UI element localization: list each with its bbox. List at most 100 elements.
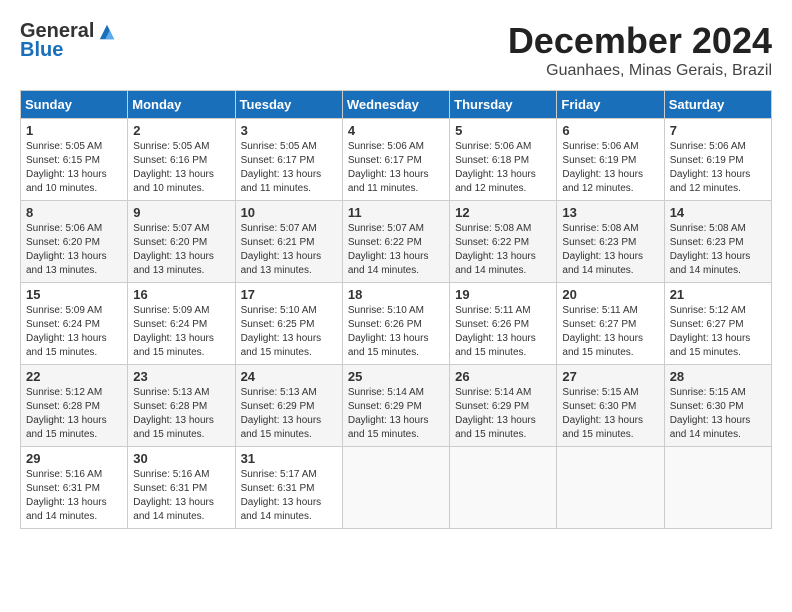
day-info: Sunrise: 5:12 AM Sunset: 6:27 PM Dayligh… — [670, 304, 766, 360]
calendar-cell: 25Sunrise: 5:14 AM Sunset: 6:29 PM Dayli… — [342, 365, 449, 447]
logo: General Blue — [20, 20, 116, 62]
calendar-cell: 16 Sunrise: 5:09 AM Sunset: 6:24 PM Dayli… — [128, 283, 235, 365]
day-number: 2 — [133, 123, 229, 138]
day-info: Sunrise: 5:06 AM Sunset: 6:19 PM Dayligh… — [562, 140, 658, 196]
day-info: Sunrise: 5:06 AM Sunset: 6:20 PM Dayligh… — [26, 222, 122, 278]
location-subtitle: Guanhaes, Minas Gerais, Brazil — [508, 62, 772, 80]
calendar-cell: 1Sunrise: 5:05 AM Sunset: 6:15 PM Daylig… — [21, 119, 128, 201]
day-number: 18 — [348, 287, 444, 302]
calendar-cell: 15Sunrise: 5:09 AM Sunset: 6:24 PM Dayli… — [21, 283, 128, 365]
day-number: 29 — [26, 451, 122, 466]
day-number: 27 — [562, 369, 658, 384]
day-info: Sunrise: 5:07 AM Sunset: 6:20 PM Dayligh… — [133, 222, 229, 278]
calendar-cell — [557, 447, 664, 529]
calendar-week-2: 8 Sunrise: 5:06 AM Sunset: 6:20 PM Daylig… — [21, 201, 772, 283]
calendar-cell — [664, 447, 771, 529]
day-number: 4 — [348, 123, 444, 138]
day-number: 11 — [348, 205, 444, 220]
day-number: 5 — [455, 123, 551, 138]
day-info: Sunrise: 5:07 AM Sunset: 6:21 PM Dayligh… — [241, 222, 337, 278]
day-number: 10 — [241, 205, 337, 220]
day-info: Sunrise: 5:08 AM Sunset: 6:22 PM Dayligh… — [455, 222, 551, 278]
calendar-cell: 5 Sunrise: 5:06 AM Sunset: 6:18 PM Daylig… — [450, 119, 557, 201]
header-thursday: Thursday — [450, 91, 557, 119]
calendar-cell: 9 Sunrise: 5:07 AM Sunset: 6:20 PM Daylig… — [128, 201, 235, 283]
day-info: Sunrise: 5:16 AM Sunset: 6:31 PM Dayligh… — [133, 468, 229, 524]
calendar-cell: 6Sunrise: 5:06 AM Sunset: 6:19 PM Daylig… — [557, 119, 664, 201]
day-info: Sunrise: 5:08 AM Sunset: 6:23 PM Dayligh… — [562, 222, 658, 278]
calendar-cell: 23 Sunrise: 5:13 AM Sunset: 6:28 PM Dayli… — [128, 365, 235, 447]
calendar-cell — [342, 447, 449, 529]
day-info: Sunrise: 5:14 AM Sunset: 6:29 PM Dayligh… — [455, 386, 551, 442]
calendar-cell: 4 Sunrise: 5:06 AM Sunset: 6:17 PM Daylig… — [342, 119, 449, 201]
title-section: December 2024 Guanhaes, Minas Gerais, Br… — [508, 20, 772, 80]
day-info: Sunrise: 5:05 AM Sunset: 6:16 PM Dayligh… — [133, 140, 229, 196]
day-number: 28 — [670, 369, 766, 384]
calendar-cell: 20 Sunrise: 5:11 AM Sunset: 6:27 PM Dayli… — [557, 283, 664, 365]
day-info: Sunrise: 5:05 AM Sunset: 6:17 PM Dayligh… — [241, 140, 337, 196]
day-number: 16 — [133, 287, 229, 302]
day-number: 8 — [26, 205, 122, 220]
calendar-cell: 10 Sunrise: 5:07 AM Sunset: 6:21 PM Dayli… — [235, 201, 342, 283]
calendar-cell: 31 Sunrise: 5:17 AM Sunset: 6:31 PM Dayli… — [235, 447, 342, 529]
day-info: Sunrise: 5:06 AM Sunset: 6:19 PM Dayligh… — [670, 140, 766, 196]
day-info: Sunrise: 5:11 AM Sunset: 6:26 PM Dayligh… — [455, 304, 551, 360]
day-number: 30 — [133, 451, 229, 466]
calendar-cell: 11 Sunrise: 5:07 AM Sunset: 6:22 PM Dayli… — [342, 201, 449, 283]
day-number: 19 — [455, 287, 551, 302]
day-info: Sunrise: 5:10 AM Sunset: 6:25 PM Dayligh… — [241, 304, 337, 360]
header-tuesday: Tuesday — [235, 91, 342, 119]
day-number: 25 — [348, 369, 444, 384]
day-info: Sunrise: 5:11 AM Sunset: 6:27 PM Dayligh… — [562, 304, 658, 360]
day-info: Sunrise: 5:07 AM Sunset: 6:22 PM Dayligh… — [348, 222, 444, 278]
day-info: Sunrise: 5:12 AM Sunset: 6:28 PM Dayligh… — [26, 386, 122, 442]
page-header: General Blue December 2024 Guanhaes, Min… — [20, 20, 772, 80]
day-number: 17 — [241, 287, 337, 302]
logo-icon — [98, 23, 116, 41]
month-title: December 2024 — [508, 20, 772, 62]
calendar-week-1: 1Sunrise: 5:05 AM Sunset: 6:15 PM Daylig… — [21, 119, 772, 201]
header-wednesday: Wednesday — [342, 91, 449, 119]
header-friday: Friday — [557, 91, 664, 119]
day-number: 15 — [26, 287, 122, 302]
day-info: Sunrise: 5:06 AM Sunset: 6:17 PM Dayligh… — [348, 140, 444, 196]
calendar-cell: 3Sunrise: 5:05 AM Sunset: 6:17 PM Daylig… — [235, 119, 342, 201]
day-number: 31 — [241, 451, 337, 466]
calendar-cell: 27 Sunrise: 5:15 AM Sunset: 6:30 PM Dayli… — [557, 365, 664, 447]
calendar-cell: 24 Sunrise: 5:13 AM Sunset: 6:29 PM Dayli… — [235, 365, 342, 447]
day-number: 7 — [670, 123, 766, 138]
day-info: Sunrise: 5:13 AM Sunset: 6:28 PM Dayligh… — [133, 386, 229, 442]
day-info: Sunrise: 5:15 AM Sunset: 6:30 PM Dayligh… — [670, 386, 766, 442]
header-saturday: Saturday — [664, 91, 771, 119]
day-number: 1 — [26, 123, 122, 138]
calendar-header-row: SundayMondayTuesdayWednesdayThursdayFrid… — [21, 91, 772, 119]
day-info: Sunrise: 5:06 AM Sunset: 6:18 PM Dayligh… — [455, 140, 551, 196]
calendar-week-4: 22Sunrise: 5:12 AM Sunset: 6:28 PM Dayli… — [21, 365, 772, 447]
logo-blue-text: Blue — [20, 39, 63, 62]
header-monday: Monday — [128, 91, 235, 119]
day-info: Sunrise: 5:08 AM Sunset: 6:23 PM Dayligh… — [670, 222, 766, 278]
day-info: Sunrise: 5:15 AM Sunset: 6:30 PM Dayligh… — [562, 386, 658, 442]
day-number: 21 — [670, 287, 766, 302]
calendar-table: SundayMondayTuesdayWednesdayThursdayFrid… — [20, 90, 772, 529]
calendar-cell: 29Sunrise: 5:16 AM Sunset: 6:31 PM Dayli… — [21, 447, 128, 529]
day-info: Sunrise: 5:13 AM Sunset: 6:29 PM Dayligh… — [241, 386, 337, 442]
calendar-cell: 14Sunrise: 5:08 AM Sunset: 6:23 PM Dayli… — [664, 201, 771, 283]
calendar-cell: 19 Sunrise: 5:11 AM Sunset: 6:26 PM Dayli… — [450, 283, 557, 365]
calendar-cell: 2 Sunrise: 5:05 AM Sunset: 6:16 PM Daylig… — [128, 119, 235, 201]
calendar-cell: 13 Sunrise: 5:08 AM Sunset: 6:23 PM Dayli… — [557, 201, 664, 283]
calendar-cell: 7 Sunrise: 5:06 AM Sunset: 6:19 PM Daylig… — [664, 119, 771, 201]
day-number: 26 — [455, 369, 551, 384]
calendar-cell: 22Sunrise: 5:12 AM Sunset: 6:28 PM Dayli… — [21, 365, 128, 447]
day-info: Sunrise: 5:17 AM Sunset: 6:31 PM Dayligh… — [241, 468, 337, 524]
day-info: Sunrise: 5:09 AM Sunset: 6:24 PM Dayligh… — [133, 304, 229, 360]
day-number: 20 — [562, 287, 658, 302]
day-number: 12 — [455, 205, 551, 220]
calendar-cell: 12 Sunrise: 5:08 AM Sunset: 6:22 PM Dayli… — [450, 201, 557, 283]
day-number: 9 — [133, 205, 229, 220]
day-number: 13 — [562, 205, 658, 220]
day-number: 24 — [241, 369, 337, 384]
day-number: 23 — [133, 369, 229, 384]
calendar-cell — [450, 447, 557, 529]
calendar-cell: 17 Sunrise: 5:10 AM Sunset: 6:25 PM Dayli… — [235, 283, 342, 365]
